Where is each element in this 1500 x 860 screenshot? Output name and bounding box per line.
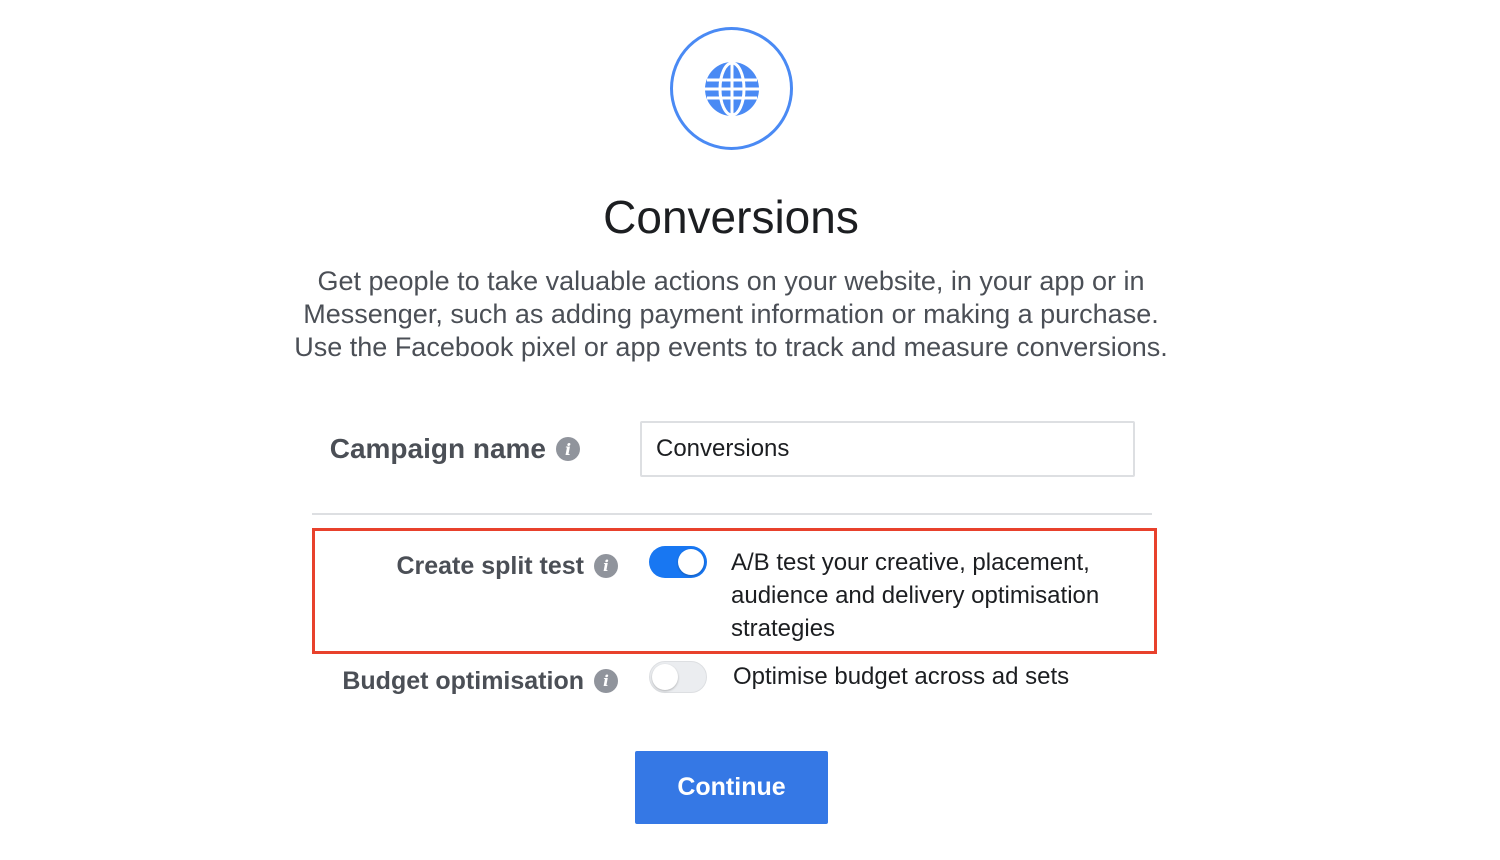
description-line: Use the Facebook pixel or app events to …	[294, 332, 1168, 362]
budget-optimisation-toggle[interactable]	[649, 661, 707, 693]
objective-icon-circle	[670, 27, 793, 150]
split-test-label: Create split test	[396, 551, 584, 580]
budget-optimisation-label: Budget optimisation	[342, 666, 584, 695]
description-line: Messenger, such as adding payment inform…	[303, 299, 1159, 329]
globe-icon	[704, 61, 759, 116]
budget-optimisation-description: Optimise budget across ad sets	[733, 663, 1070, 690]
page-title: Conversions	[603, 191, 859, 243]
info-icon[interactable]: i	[594, 669, 618, 693]
info-icon[interactable]: i	[594, 554, 618, 578]
description-line: Get people to take valuable actions on y…	[317, 266, 1145, 296]
section-divider	[312, 513, 1152, 515]
split-test-description: A/B test your creative, placement, audie…	[731, 549, 1100, 642]
split-test-row-label: Create split test i	[330, 548, 618, 584]
info-icon[interactable]: i	[556, 437, 580, 461]
campaign-name-row-label: Campaign name i	[300, 428, 580, 470]
split-test-toggle[interactable]	[649, 546, 707, 578]
continue-button[interactable]: Continue	[635, 751, 828, 824]
campaign-objective-panel: Conversions Get people to take valuable …	[0, 0, 1500, 860]
campaign-name-label: Campaign name	[329, 433, 546, 464]
budget-optimisation-row-label: Budget optimisation i	[300, 663, 618, 699]
toggle-knob	[678, 549, 704, 575]
objective-description: Get people to take valuable actions on y…	[230, 265, 1232, 364]
campaign-name-input[interactable]	[640, 421, 1135, 477]
toggle-knob	[652, 664, 678, 690]
